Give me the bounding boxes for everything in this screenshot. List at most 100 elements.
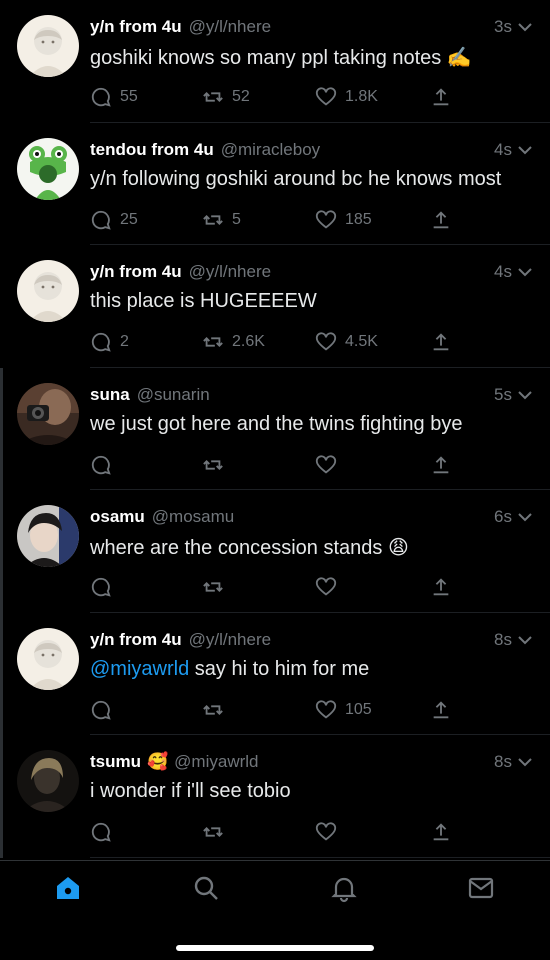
handle[interactable]: @y/l/nhere: [189, 262, 271, 282]
mail-icon: [468, 877, 494, 899]
retweet-button[interactable]: 2.6K: [202, 331, 265, 353]
avatar[interactable]: [17, 260, 79, 322]
pale-avatar-icon: [17, 260, 79, 322]
reply-count: 2: [120, 333, 129, 350]
reply-button[interactable]: 25: [90, 209, 138, 231]
handle[interactable]: @y/l/nhere: [189, 630, 271, 650]
retweet-button[interactable]: [202, 699, 232, 721]
timestamp: 4s: [494, 139, 512, 159]
retweet-button[interactable]: [202, 454, 232, 476]
chevron-down-icon[interactable]: [516, 263, 534, 281]
like-button[interactable]: 105: [315, 699, 372, 721]
like-button[interactable]: 4.5K: [315, 331, 378, 353]
handle[interactable]: @y/l/nhere: [189, 17, 271, 37]
avatar[interactable]: [17, 505, 79, 567]
tweet-text: where are the concession stands 😩: [90, 535, 534, 560]
camera-photo-avatar-icon: [17, 382, 79, 445]
chevron-down-icon[interactable]: [516, 141, 534, 159]
tweet[interactable]: tsumu 🥰 @miyawrld 8s i wonder if i'll se…: [0, 735, 550, 858]
tweet-actions: 105: [90, 699, 450, 725]
chevron-down-icon[interactable]: [516, 753, 534, 771]
heart-icon: [315, 699, 337, 718]
tab-notifications[interactable]: [329, 873, 359, 903]
avatar[interactable]: [17, 15, 79, 77]
tab-home[interactable]: [53, 873, 83, 903]
retweet-count: 5: [232, 210, 241, 228]
reply-icon: [91, 822, 111, 842]
display-name[interactable]: y/n from 4u: [90, 262, 182, 282]
reply-icon: [91, 332, 111, 352]
tweet-text: i wonder if i'll see tobio: [90, 780, 534, 803]
reply-button[interactable]: [90, 821, 120, 843]
display-name[interactable]: osamu: [90, 507, 145, 527]
tweet[interactable]: tendou from 4u @miracleboy 4s y/n follow…: [0, 123, 550, 246]
reply-button[interactable]: 55: [90, 86, 138, 108]
handle[interactable]: @miyawrld: [174, 752, 258, 772]
tweet-body: we just got here and the twins fighting …: [90, 412, 463, 435]
home-indicator[interactable]: [176, 945, 374, 951]
tab-messages[interactable]: [466, 873, 496, 903]
tweet-body: i wonder if i'll see tobio: [90, 780, 291, 802]
like-button[interactable]: [315, 576, 345, 598]
retweet-button[interactable]: [202, 576, 232, 598]
like-button[interactable]: 1.8K: [315, 86, 378, 108]
avatar[interactable]: [17, 750, 79, 812]
tweet-body: this place is HUGEEEEW: [90, 290, 317, 312]
tab-search[interactable]: [191, 873, 221, 903]
display-name[interactable]: tsumu: [90, 752, 141, 772]
reply-button[interactable]: [90, 699, 120, 721]
retweet-icon: [203, 459, 223, 470]
handle[interactable]: @mosamu: [152, 507, 234, 527]
share-icon: [433, 823, 449, 841]
avatar[interactable]: [17, 382, 79, 445]
tweet-actions: 2 2.6K 4.5K: [90, 331, 450, 357]
retweet-button[interactable]: 52: [202, 86, 250, 108]
like-button[interactable]: [315, 454, 345, 476]
chevron-down-icon[interactable]: [516, 508, 534, 526]
share-button[interactable]: [430, 209, 452, 231]
retweet-button[interactable]: [202, 821, 232, 843]
share-button[interactable]: [430, 576, 452, 598]
handle[interactable]: @sunarin: [137, 385, 210, 405]
display-name[interactable]: suna: [90, 385, 130, 405]
retweet-icon: [203, 582, 223, 592]
search-icon: [194, 876, 218, 900]
tweet[interactable]: y/n from 4u @y/l/nhere 8s @miyawrld say …: [0, 612, 550, 736]
heart-icon: [315, 209, 337, 228]
share-button[interactable]: [430, 699, 452, 721]
tweet[interactable]: y/n from 4u @y/l/nhere 4s this place is …: [0, 245, 550, 368]
handle[interactable]: @miracleboy: [221, 140, 320, 160]
reply-count: 55: [120, 88, 138, 105]
share-button[interactable]: [430, 331, 452, 353]
tweet-body: goshiki knows so many ppl taking notes ✍…: [90, 47, 472, 69]
avatar[interactable]: [17, 627, 79, 690]
reply-icon: [91, 577, 111, 597]
reply-button[interactable]: [90, 576, 120, 598]
display-name[interactable]: y/n from 4u: [90, 630, 182, 650]
chevron-down-icon[interactable]: [516, 18, 534, 36]
like-button[interactable]: [315, 821, 345, 843]
share-button[interactable]: [430, 821, 452, 843]
reply-count: 25: [120, 210, 138, 228]
share-button[interactable]: [430, 454, 452, 476]
avatar[interactable]: [17, 137, 79, 200]
reply-button[interactable]: [90, 454, 120, 476]
mention[interactable]: @miyawrld: [90, 658, 189, 680]
retweet-icon: [203, 92, 223, 102]
display-name[interactable]: tendou from 4u: [90, 140, 214, 160]
tweet[interactable]: osamu @mosamu 6s where are the concessio…: [0, 490, 550, 613]
reply-icon: [91, 210, 111, 230]
display-name[interactable]: y/n from 4u: [90, 17, 182, 37]
chevron-down-icon[interactable]: [516, 386, 534, 404]
chevron-down-icon[interactable]: [516, 631, 534, 649]
retweet-button[interactable]: 5: [202, 209, 241, 231]
tweet[interactable]: y/n from 4u @y/l/nhere 3s goshiki knows …: [0, 0, 550, 123]
tweet-body: y/n following goshiki around bc he knows…: [90, 167, 502, 190]
pale-avatar-icon: [17, 15, 79, 77]
tweet[interactable]: suna @sunarin 5s we just got here and th…: [0, 367, 550, 491]
retweet-icon: [203, 214, 223, 225]
reply-button[interactable]: 2: [90, 331, 129, 353]
share-button[interactable]: [430, 86, 452, 108]
like-button[interactable]: 185: [315, 209, 372, 231]
heart-icon: [315, 332, 337, 351]
